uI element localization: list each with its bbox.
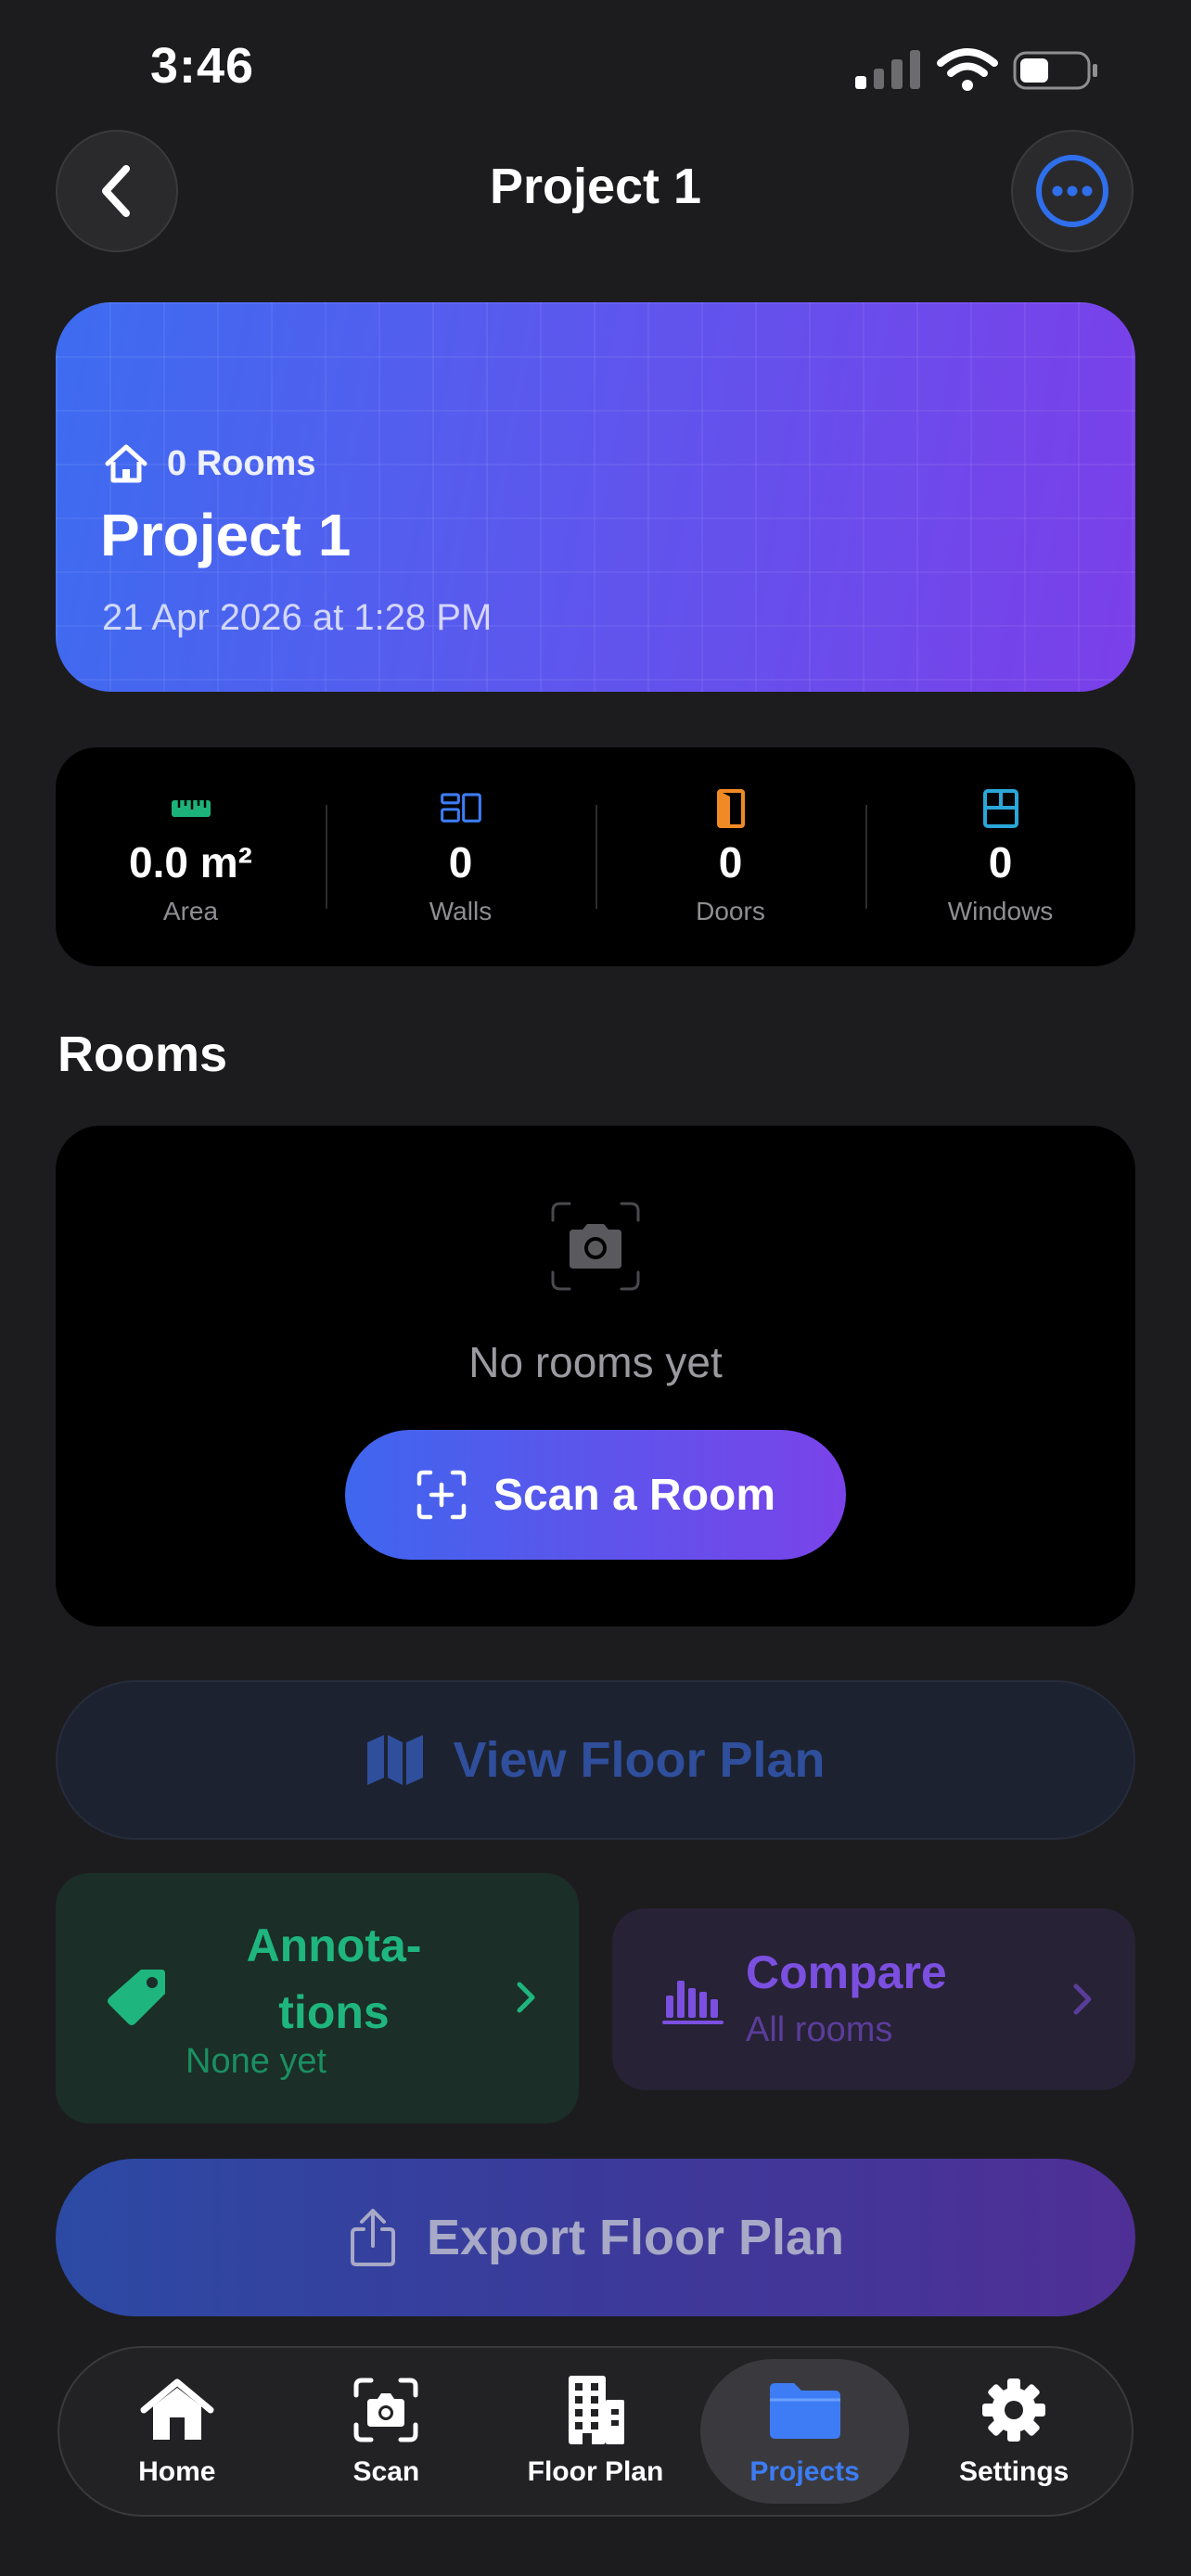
stats-card: 0.0 m² Area 0 Walls 0 Doors 0 Windows bbox=[56, 747, 1135, 966]
stat-label: Doors bbox=[696, 897, 765, 925]
view-floor-plan-button[interactable]: View Floor Plan bbox=[56, 1680, 1135, 1840]
house-icon bbox=[105, 444, 147, 483]
stat-value: 0 bbox=[448, 838, 473, 886]
annotations-subtitle: None yet bbox=[186, 2042, 327, 2081]
tab-home[interactable]: Home bbox=[72, 2359, 282, 2504]
tab-label: Scan bbox=[352, 2456, 420, 2487]
rooms-empty-state: No rooms yet Scan a Room bbox=[56, 1126, 1135, 1626]
window-icon bbox=[982, 789, 1018, 828]
export-floor-plan-label: Export Floor Plan bbox=[426, 2210, 845, 2265]
stat-label: Walls bbox=[429, 897, 493, 925]
camera-scan-icon bbox=[353, 2378, 418, 2442]
chevron-right-icon bbox=[1073, 1983, 1092, 2015]
camera-viewfinder-icon bbox=[551, 1202, 640, 1291]
tag-icon bbox=[108, 1970, 165, 2025]
stat-walls: 0 Walls bbox=[326, 747, 596, 966]
rooms-section-title: Rooms bbox=[58, 1027, 228, 1082]
scan-plus-icon bbox=[416, 1470, 467, 1520]
battery-icon bbox=[1013, 51, 1097, 90]
stat-value: 0 bbox=[988, 838, 1013, 886]
empty-state-text: No rooms yet bbox=[468, 1338, 723, 1386]
project-date: 21 Apr 2026 at 1:28 PM bbox=[102, 597, 493, 638]
annotations-title-text: Annota- tions bbox=[246, 1919, 422, 2038]
room-count-label: 0 Rooms bbox=[167, 443, 316, 483]
wifi-icon bbox=[937, 48, 998, 91]
scan-room-button[interactable]: Scan a Room bbox=[345, 1430, 846, 1560]
tab-label: Settings bbox=[958, 2456, 1069, 2487]
more-button[interactable] bbox=[1011, 130, 1133, 252]
project-header-card: 0 Rooms Project 1 21 Apr 2026 at 1:28 PM bbox=[56, 302, 1135, 692]
room-count: 0 Rooms bbox=[104, 443, 315, 484]
tab-label: Home bbox=[138, 2456, 216, 2487]
cellular-signal-icon bbox=[855, 46, 920, 89]
stat-value: 0 bbox=[718, 838, 743, 886]
tab-projects[interactable]: Projects bbox=[699, 2359, 910, 2504]
tab-label: Floor Plan bbox=[527, 2456, 664, 2487]
tab-bar: Home Scan Floor Plan Projects Settings bbox=[58, 2346, 1133, 2517]
stat-value: 0.0 m² bbox=[129, 838, 252, 886]
stat-windows: 0 Windows bbox=[865, 747, 1135, 966]
ellipsis-circle-icon bbox=[1036, 155, 1108, 227]
compare-subtitle: All rooms bbox=[746, 2010, 893, 2049]
annotations-title: Annota- tions bbox=[186, 1912, 482, 2046]
bar-chart-icon bbox=[662, 1981, 724, 2024]
tab-scan[interactable]: Scan bbox=[282, 2359, 492, 2504]
tab-label: Projects bbox=[749, 2456, 860, 2487]
project-title: Project 1 bbox=[100, 502, 352, 568]
compare-tile[interactable]: Compare All rooms bbox=[612, 1908, 1135, 2090]
compare-title: Compare bbox=[746, 1946, 947, 1998]
view-floor-plan-label: View Floor Plan bbox=[453, 1732, 826, 1788]
status-time: 3:46 bbox=[150, 38, 255, 94]
scan-room-label: Scan a Room bbox=[493, 1470, 776, 1520]
stat-doors: 0 Doors bbox=[596, 747, 865, 966]
folder-icon bbox=[769, 2383, 840, 2439]
house-icon bbox=[140, 2378, 214, 2440]
stat-label: Area bbox=[162, 897, 219, 925]
stat-area: 0.0 m² Area bbox=[56, 747, 326, 966]
building-icon bbox=[568, 2376, 624, 2444]
tab-floor-plan[interactable]: Floor Plan bbox=[491, 2359, 700, 2504]
chevron-right-icon bbox=[517, 1982, 535, 2013]
tab-settings[interactable]: Settings bbox=[909, 2359, 1119, 2504]
stat-label: Windows bbox=[947, 897, 1054, 925]
share-icon bbox=[350, 2209, 395, 2266]
ruler-icon bbox=[171, 800, 211, 817]
door-icon bbox=[716, 789, 745, 828]
map-icon bbox=[367, 1735, 424, 1785]
gear-icon bbox=[982, 2378, 1046, 2442]
walls-icon bbox=[440, 793, 481, 823]
export-floor-plan-button[interactable]: Export Floor Plan bbox=[56, 2159, 1135, 2316]
annotations-tile[interactable]: Annota- tions None yet bbox=[56, 1873, 579, 2123]
